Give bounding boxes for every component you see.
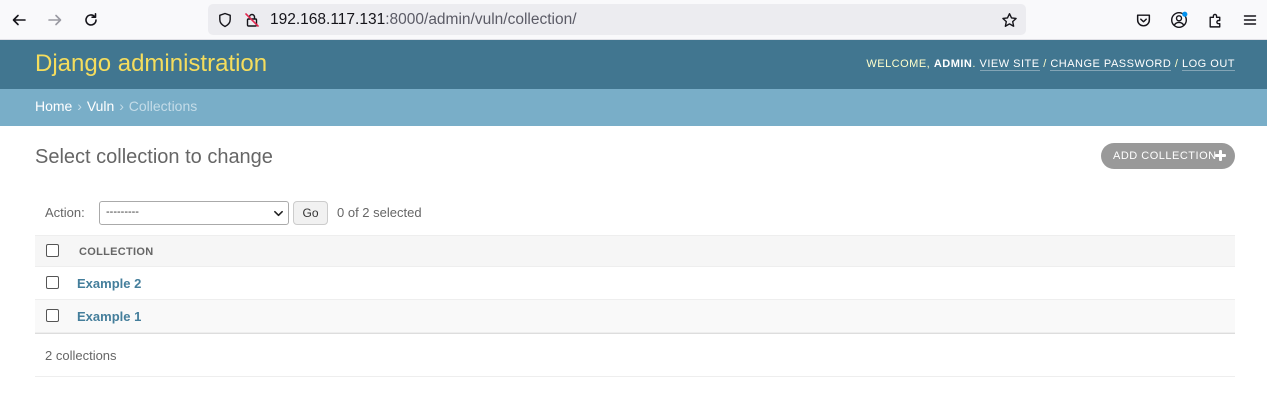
change-password-link[interactable]: CHANGE PASSWORD	[1050, 58, 1172, 71]
breadcrumb-home[interactable]: Home	[35, 98, 72, 114]
go-button[interactable]: Go	[293, 201, 328, 225]
action-select[interactable]: ---------	[99, 201, 289, 225]
forward-arrow-icon[interactable]	[43, 8, 67, 32]
actions-bar: Action: --------- Go 0 of 2 selected	[35, 197, 1235, 229]
table-row: Example 1	[35, 300, 1235, 333]
selected-count: 0 of 2 selected	[337, 205, 422, 220]
welcome-text: WELCOME,	[866, 58, 931, 70]
period: .	[972, 58, 976, 70]
results-table: COLLECTION Example 2 Example 1 2 collect…	[35, 235, 1235, 377]
user-tools: WELCOME, ADMIN. VIEW SITE / CHANGE PASSW…	[866, 58, 1235, 71]
menu-icon[interactable]	[1238, 8, 1262, 32]
paginator: 2 collections	[35, 333, 1235, 377]
row-checkbox[interactable]	[46, 276, 59, 289]
breadcrumb-separator: ›	[119, 98, 124, 114]
add-collection-label: ADD COLLECTION	[1113, 150, 1217, 162]
url-host: 192.168.117.131	[270, 11, 386, 28]
plus-icon	[1215, 150, 1226, 161]
username: ADMIN	[933, 58, 973, 70]
log-out-link[interactable]: LOG OUT	[1181, 58, 1235, 71]
result-count: 2 collections	[45, 348, 117, 363]
table-header: COLLECTION	[35, 235, 1235, 267]
separator: /	[1043, 58, 1047, 70]
breadcrumb-app[interactable]: Vuln	[87, 98, 115, 114]
browser-toolbar: 192.168.117.131:8000/admin/vuln/collecti…	[0, 0, 1267, 40]
breadcrumb-separator: ›	[77, 98, 82, 114]
shield-icon[interactable]	[216, 11, 234, 29]
page-title: Select collection to change	[35, 146, 273, 168]
back-arrow-icon[interactable]	[7, 8, 31, 32]
separator: /	[1174, 58, 1179, 70]
row-link[interactable]: Example 1	[77, 309, 141, 324]
reload-icon[interactable]	[79, 8, 103, 32]
extensions-icon[interactable]	[1203, 8, 1227, 32]
select-all-checkbox[interactable]	[46, 244, 59, 257]
url-bar[interactable]: 192.168.117.131:8000/admin/vuln/collecti…	[208, 4, 1026, 35]
action-label: Action:	[45, 205, 85, 220]
site-branding[interactable]: Django administration	[35, 50, 267, 78]
row-link[interactable]: Example 2	[77, 276, 141, 291]
insecure-lock-icon[interactable]	[243, 11, 261, 29]
column-header-collection[interactable]: COLLECTION	[79, 246, 154, 258]
account-icon[interactable]	[1167, 8, 1191, 32]
pocket-icon[interactable]	[1131, 8, 1155, 32]
site-header: Django administration WELCOME, ADMIN. VI…	[0, 40, 1267, 89]
breadcrumb: Home › Vuln › Collections	[0, 89, 1267, 126]
table-row: Example 2	[35, 267, 1235, 300]
row-checkbox[interactable]	[46, 309, 59, 322]
url-path: :8000/admin/vuln/collection/	[385, 11, 577, 28]
breadcrumb-current: Collections	[128, 98, 198, 114]
add-collection-button[interactable]: ADD COLLECTION	[1101, 143, 1235, 169]
chevron-down-icon	[273, 208, 284, 222]
action-selected-value: ---------	[106, 206, 139, 218]
view-site-link[interactable]: VIEW SITE	[979, 58, 1040, 71]
bookmark-star-icon[interactable]	[1000, 11, 1018, 29]
url-text[interactable]: 192.168.117.131:8000/admin/vuln/collecti…	[270, 10, 577, 29]
